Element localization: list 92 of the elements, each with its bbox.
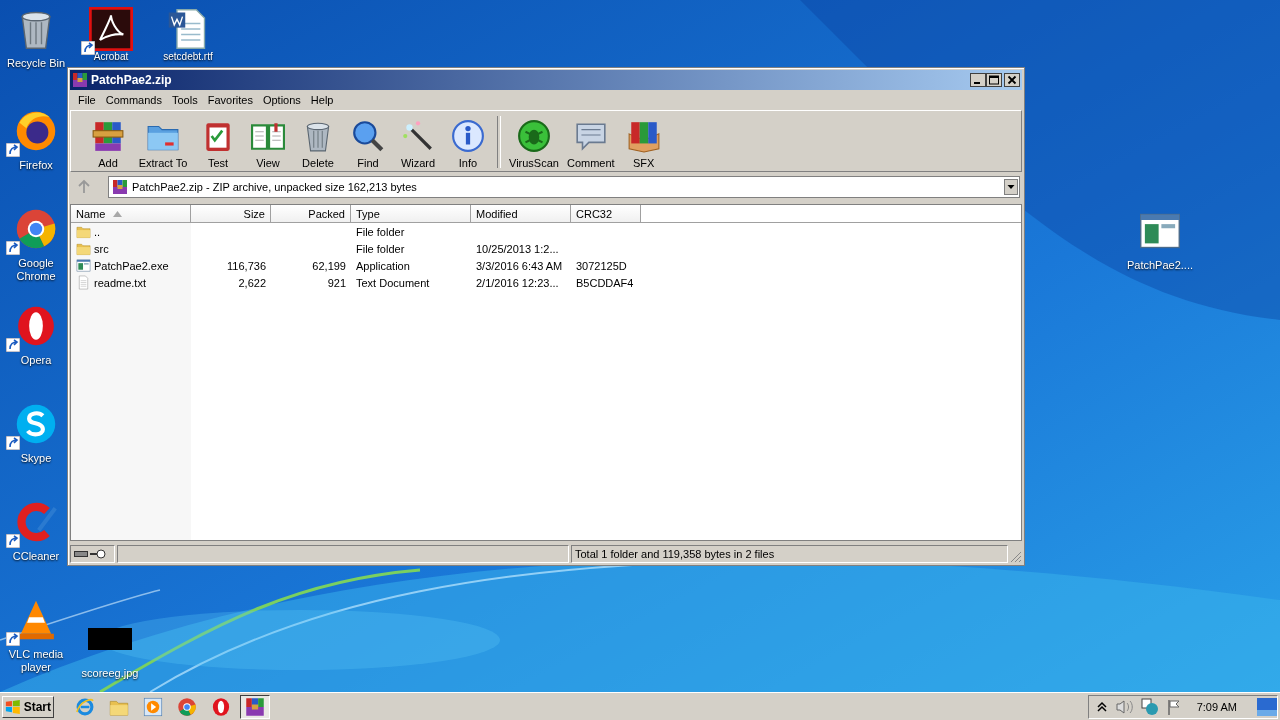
ccleaner-icon xyxy=(14,500,58,544)
menu-item[interactable]: Help xyxy=(305,93,339,106)
windows-logo-icon xyxy=(5,698,21,715)
taskbar-button[interactable] xyxy=(240,694,270,719)
bug-icon xyxy=(516,119,551,153)
column-header[interactable]: CRC32 xyxy=(571,205,641,222)
column-header[interactable]: Name xyxy=(71,205,191,222)
table-cell: 2,622 xyxy=(238,276,266,289)
media-player-icon xyxy=(143,696,163,717)
desktop-icon-label[interactable]: Recycle Bin xyxy=(6,57,66,70)
table-cell: 10/25/2013 1:2... xyxy=(476,242,559,255)
column-header[interactable]: Size xyxy=(191,205,271,222)
key-icon xyxy=(90,549,106,559)
clock[interactable]: 7:09 AM xyxy=(1196,700,1237,713)
file-name[interactable]: .. xyxy=(94,225,101,238)
magic-wand-icon xyxy=(401,119,435,153)
desktop-icon-label[interactable]: CCleaner xyxy=(12,550,60,563)
show-hidden-icons-button[interactable] xyxy=(1096,700,1107,713)
chrome-icon xyxy=(177,696,197,717)
desktop-icon-label[interactable]: Acrobat xyxy=(93,51,129,62)
firefox-icon xyxy=(14,109,58,153)
chrome-icon xyxy=(14,207,58,251)
menu-item[interactable]: Options xyxy=(257,93,306,106)
network-icon[interactable] xyxy=(1140,697,1159,716)
table-cell: Application xyxy=(356,259,410,272)
toolbar-button[interactable]: View xyxy=(243,119,293,171)
file-name[interactable]: PatchPae2.exe xyxy=(94,259,169,272)
show-desktop-button[interactable] xyxy=(1257,697,1277,716)
toolbar-button[interactable]: Wizard xyxy=(393,119,443,171)
column-header[interactable]: Modified xyxy=(471,205,571,222)
info-icon xyxy=(451,119,485,153)
maximize-button[interactable] xyxy=(986,73,1002,87)
internet-explorer-icon xyxy=(75,696,95,717)
desktop-icon-label[interactable]: PatchPae2.... xyxy=(1127,259,1194,272)
winrar-icon xyxy=(245,696,265,717)
application-icon xyxy=(76,258,91,273)
speaker-icon[interactable] xyxy=(1114,698,1133,715)
table-cell: File folder xyxy=(356,242,405,255)
table-cell: 3/3/2016 6:43 AM xyxy=(476,259,563,272)
desktop-icon-label[interactable]: Skype xyxy=(20,452,52,465)
desktop-icon-label[interactable]: Firefox xyxy=(19,159,53,172)
flag-icon[interactable] xyxy=(1166,698,1181,715)
minimize-button[interactable] xyxy=(970,73,986,87)
toolbar-button[interactable]: Info xyxy=(443,119,493,171)
folder-icon xyxy=(76,224,91,239)
window-title: PatchPae2.zip xyxy=(91,73,172,87)
folder-icon xyxy=(76,241,91,256)
start-button[interactable]: Start xyxy=(2,695,54,718)
box-icon xyxy=(626,119,661,153)
menu-item[interactable]: Tools xyxy=(167,93,203,106)
table-cell: B5CDDAF4 xyxy=(576,276,634,289)
dropdown-button[interactable] xyxy=(1004,179,1018,195)
toolbar-button[interactable]: SFX xyxy=(618,119,669,171)
table-cell: 116,736 xyxy=(227,259,266,272)
desktop-icon-label[interactable]: Google Chrome xyxy=(6,257,66,283)
acrobat-icon xyxy=(89,7,133,51)
file-name[interactable]: src xyxy=(94,242,109,255)
close-button[interactable] xyxy=(1004,73,1020,87)
status-text: Total 1 folder and 119,358 bytes in 2 files xyxy=(575,548,775,560)
address-field[interactable]: PatchPae2.zip - ZIP archive, unpacked size 162,213 bytes xyxy=(108,176,1020,198)
toolbar-button[interactable]: Extract To xyxy=(133,119,193,171)
table-cell: 2/1/2016 12:23... xyxy=(476,276,559,289)
desktop-icon-label[interactable]: VLC media player xyxy=(6,648,66,674)
toolbar-button[interactable]: Add xyxy=(83,119,133,171)
toolbar-button[interactable]: VirusScan xyxy=(505,119,563,171)
column-header[interactable]: Packed xyxy=(271,205,351,222)
table-cell: 921 xyxy=(327,276,346,289)
winrar-icon xyxy=(112,179,128,195)
menu-item[interactable]: Commands xyxy=(100,93,167,106)
menu-item[interactable]: Favorites xyxy=(202,93,258,106)
toolbar-button[interactable]: Test xyxy=(193,119,243,171)
table-cell: Text Document xyxy=(356,276,430,289)
skype-icon xyxy=(14,402,58,446)
column-header[interactable]: Type xyxy=(351,205,471,222)
table-cell: 3072125D xyxy=(576,259,627,272)
file-name[interactable]: readme.txt xyxy=(94,276,146,289)
table-cell: 62,199 xyxy=(312,259,346,272)
search-icon xyxy=(351,119,385,153)
text-file-icon xyxy=(76,275,91,290)
toolbar-button[interactable]: Delete xyxy=(293,119,343,171)
desktop-icon-label[interactable]: Opera xyxy=(20,354,52,367)
toolbar-button[interactable]: Comment xyxy=(562,119,619,171)
winrar-icon xyxy=(72,72,88,88)
drive-icon xyxy=(74,550,88,558)
resize-grip-icon[interactable] xyxy=(1010,551,1022,563)
toolbar-button[interactable]: Find xyxy=(343,119,393,171)
desktop-icon-label[interactable]: setcdebt.rtf xyxy=(163,51,213,62)
opera-icon xyxy=(211,696,231,717)
up-arrow-button[interactable] xyxy=(76,179,92,195)
table-cell: File folder xyxy=(356,225,405,238)
books-icon xyxy=(91,119,125,153)
menu-item[interactable]: File xyxy=(73,93,101,106)
